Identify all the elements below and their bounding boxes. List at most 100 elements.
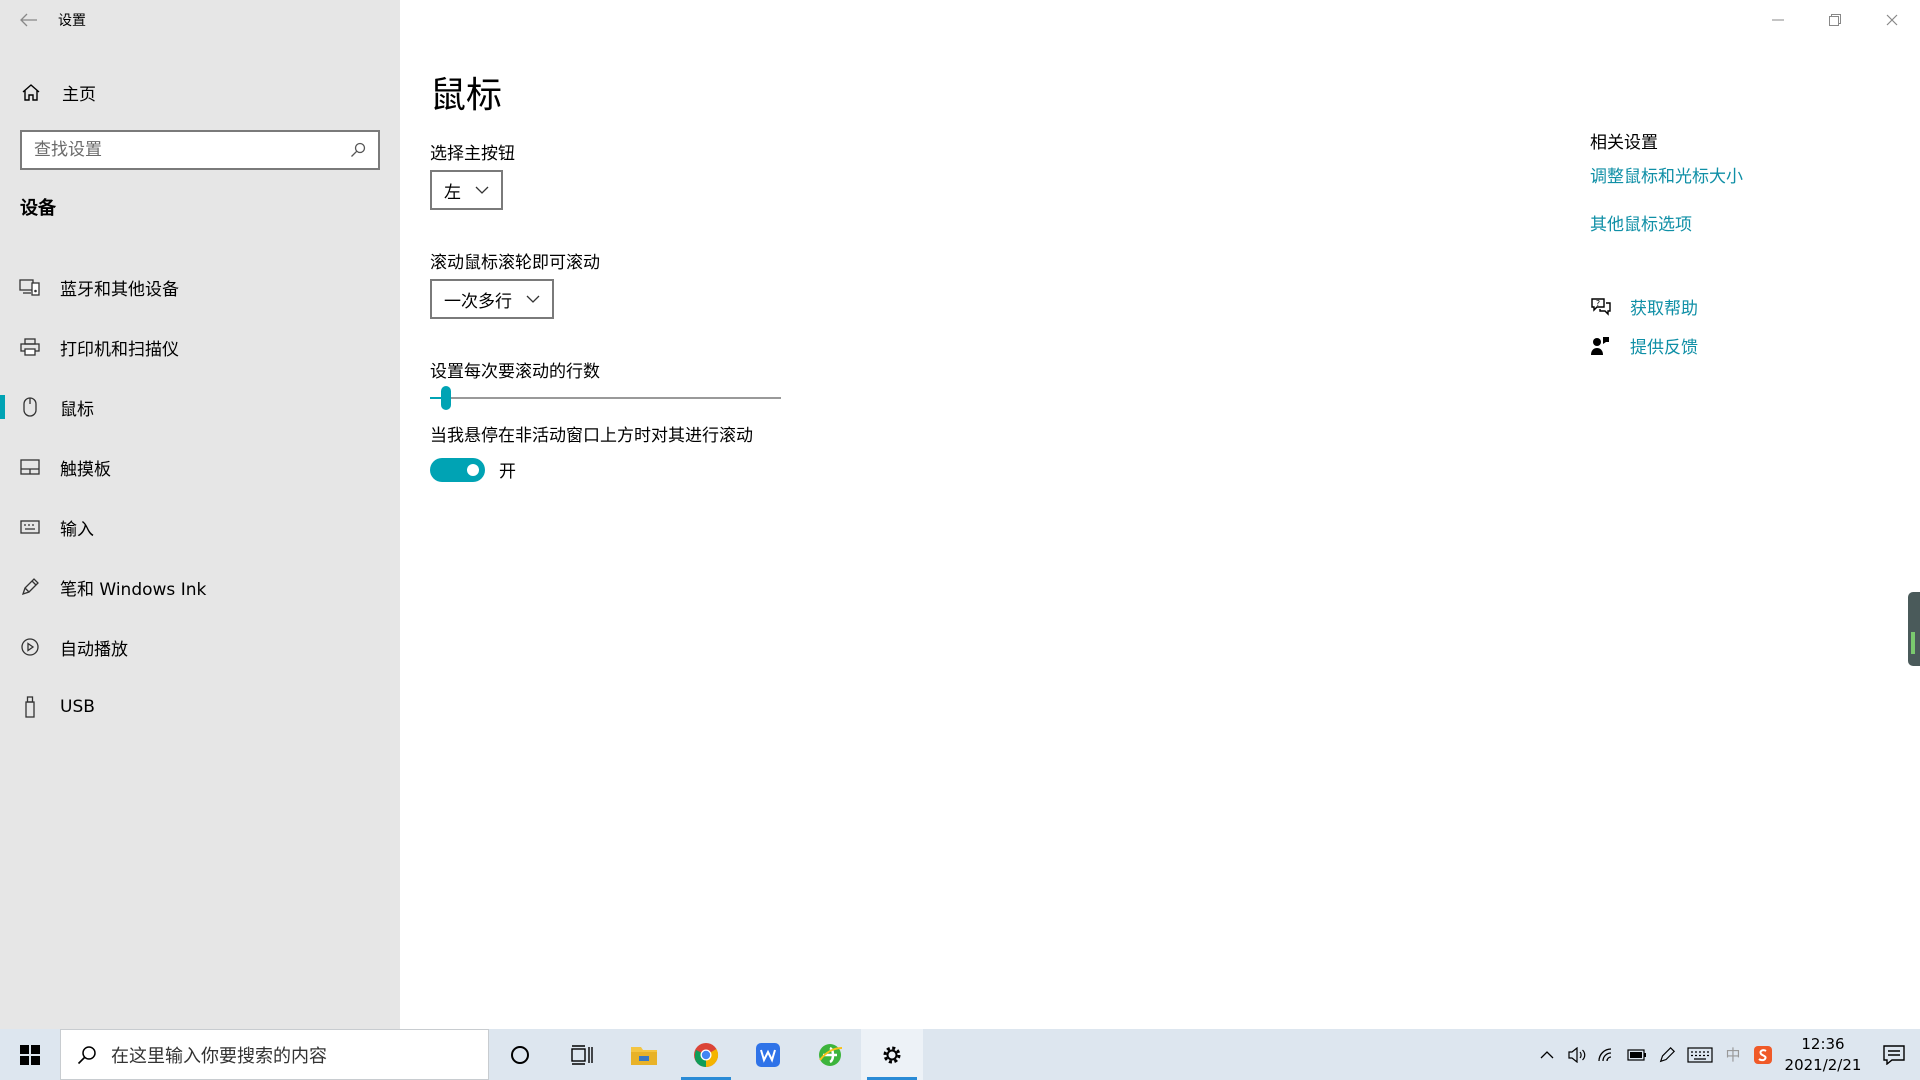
task-view-icon	[571, 1044, 593, 1065]
search-icon	[77, 1045, 96, 1064]
start-button[interactable]	[0, 1029, 60, 1080]
sidebar-item-pen[interactable]: 笔和 Windows Ink	[0, 557, 400, 617]
back-button[interactable]	[0, 0, 58, 40]
lines-to-scroll-slider[interactable]	[430, 386, 781, 410]
link-additional-mouse-options[interactable]: 其他鼠标选项	[1590, 210, 1692, 235]
restore-icon	[1828, 14, 1841, 26]
sidebar-item-label: 触摸板	[60, 459, 111, 480]
volume-icon	[1568, 1046, 1586, 1063]
keyboard-icon	[1687, 1046, 1713, 1063]
back-arrow-icon	[20, 13, 37, 27]
section-header: 设备	[20, 198, 56, 219]
slider-track	[430, 397, 781, 399]
ime-indicator[interactable]: 中	[1718, 1029, 1748, 1080]
get-help-link[interactable]: 获取帮助	[1630, 294, 1698, 319]
taskbar-chrome[interactable]	[675, 1029, 737, 1080]
chrome-icon	[694, 1042, 719, 1067]
autoplay-icon	[0, 637, 60, 657]
wifi-icon	[1598, 1047, 1612, 1061]
chevron-down-icon	[526, 295, 540, 303]
feedback-person-icon	[1590, 336, 1630, 356]
sidebar-item-touchpad[interactable]: 触摸板	[0, 437, 400, 497]
action-center-button[interactable]	[1868, 1029, 1920, 1080]
sidebar-item-label: USB	[60, 697, 95, 717]
chevron-down-icon	[475, 186, 489, 194]
bluetooth-devices-icon	[0, 278, 60, 296]
battery-icon	[1627, 1048, 1646, 1061]
wheel-scroll-label: 滚动鼠标滚轮即可滚动	[430, 253, 600, 273]
taskbar-wps[interactable]	[737, 1029, 799, 1080]
network-button[interactable]	[1592, 1029, 1622, 1080]
app-title: 设置	[58, 13, 86, 29]
sogou-ime-button[interactable]	[1748, 1029, 1778, 1080]
inactive-scroll-toggle[interactable]	[430, 457, 485, 482]
restore-button[interactable]	[1806, 0, 1863, 40]
sidebar-item-usb[interactable]: USB	[0, 677, 400, 737]
related-settings-header: 相关设置	[1590, 133, 1658, 153]
taskbar-clock[interactable]: 12:36 2021/2/21	[1778, 1034, 1868, 1076]
sidebar-item-mouse[interactable]: 鼠标	[0, 377, 400, 437]
sidebar-item-label: 鼠标	[60, 399, 94, 420]
close-icon	[1886, 14, 1897, 26]
primary-button-label: 选择主按钮	[430, 144, 515, 164]
main-content: 鼠标 选择主按钮 左 滚动鼠标滚轮即可滚动 一次多行 设置每次要滚动的行数 当我…	[430, 0, 1490, 1029]
sidebar-item-bluetooth[interactable]: 蓝牙和其他设备	[0, 257, 400, 317]
pen-workspace-button[interactable]	[1652, 1029, 1682, 1080]
touchpad-icon	[0, 459, 60, 475]
get-help-row[interactable]: ? 获取帮助	[1590, 294, 1698, 319]
primary-button-dropdown[interactable]: 左	[430, 170, 503, 210]
link-mouse-cursor-size[interactable]: 调整鼠标和光标大小	[1590, 162, 1743, 187]
volume-button[interactable]	[1562, 1029, 1592, 1080]
printer-icon	[0, 338, 60, 356]
touch-keyboard-button[interactable]	[1682, 1029, 1718, 1080]
cortana-button[interactable]	[489, 1029, 551, 1080]
svg-text:?: ?	[1596, 299, 1600, 308]
folder-icon	[631, 1046, 657, 1065]
show-hidden-icons-button[interactable]	[1532, 1029, 1562, 1080]
usb-icon	[0, 696, 60, 718]
title-bar: 设置	[0, 0, 400, 40]
clock-date: 2021/2/21	[1784, 1055, 1862, 1074]
sidebar-item-autoplay[interactable]: 自动播放	[0, 617, 400, 677]
close-button[interactable]	[1863, 0, 1920, 40]
toggle-knob	[467, 463, 479, 476]
primary-button-value: 左	[444, 182, 461, 203]
sidebar-nav: 蓝牙和其他设备 打印机和扫描仪 鼠标 触摸板 输入 笔和 Windows Ink…	[0, 257, 400, 737]
window-controls	[1749, 0, 1920, 40]
lines-to-scroll-label: 设置每次要滚动的行数	[430, 362, 600, 382]
taskbar-settings[interactable]	[861, 1029, 923, 1080]
sogou-icon	[1754, 1045, 1772, 1064]
taskbar: 在这里输入你要搜索的内容 中 12:36 2021/2/21	[0, 1029, 1920, 1080]
inactive-scroll-label: 当我悬停在非活动窗口上方时对其进行滚动	[430, 426, 753, 446]
minimize-button[interactable]	[1749, 0, 1806, 40]
task-view-button[interactable]	[551, 1029, 613, 1080]
sidebar-item-printers[interactable]: 打印机和扫描仪	[0, 317, 400, 377]
pen-icon	[1659, 1046, 1676, 1062]
cortana-circle-icon	[511, 1045, 529, 1064]
taskbar-search-box[interactable]: 在这里输入你要搜索的内容	[60, 1029, 489, 1080]
gear-icon	[883, 1046, 901, 1063]
sidebar-item-typing[interactable]: 输入	[0, 497, 400, 557]
wheel-scroll-dropdown[interactable]: 一次多行	[430, 279, 554, 319]
active-indicator	[0, 395, 5, 419]
inactive-scroll-row: 开	[430, 457, 516, 482]
search-icon[interactable]	[350, 142, 366, 158]
pen-icon	[0, 577, 60, 597]
give-feedback-row[interactable]: 提供反馈	[1590, 333, 1698, 358]
battery-button[interactable]	[1622, 1029, 1652, 1080]
settings-search-input[interactable]	[34, 140, 350, 160]
windows-logo-icon	[20, 1044, 40, 1065]
slider-thumb[interactable]	[441, 386, 451, 410]
edge-scroll-handle[interactable]	[1908, 592, 1920, 666]
wps-writer-icon	[756, 1042, 780, 1067]
give-feedback-link[interactable]: 提供反馈	[1630, 333, 1698, 358]
home-label: 主页	[62, 84, 96, 105]
sidebar-item-home[interactable]: 主页	[0, 70, 400, 114]
system-tray: 中 12:36 2021/2/21	[1532, 1029, 1920, 1080]
taskbar-browser[interactable]	[799, 1029, 861, 1080]
sidebar-item-label: 打印机和扫描仪	[60, 339, 179, 360]
minimize-icon	[1771, 19, 1784, 21]
taskbar-file-explorer[interactable]	[613, 1029, 675, 1080]
settings-search-box[interactable]	[20, 130, 380, 170]
keyboard-icon	[0, 520, 60, 534]
